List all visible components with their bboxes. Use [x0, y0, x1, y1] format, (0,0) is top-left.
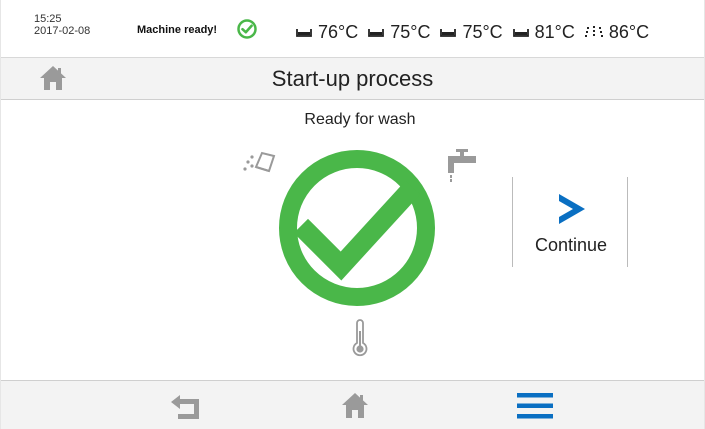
- tank-temp-4: 81°C: [512, 21, 575, 43]
- bottom-nav-bar: [0, 380, 705, 429]
- rinse-spray-icon: [584, 26, 603, 37]
- temperature-readouts: 76°C 75°C 75°C 81°C 86°C: [296, 20, 659, 44]
- tank-temp-2: 75°C: [368, 22, 430, 43]
- back-icon[interactable]: [168, 393, 204, 421]
- tank-temp-value: 75°C: [390, 21, 431, 42]
- menu-icon[interactable]: [516, 391, 554, 421]
- status-bar: 15:25 2017-02-08 Machine ready! 76°C 75°…: [0, 0, 705, 58]
- tank-temp-1: 76°C: [296, 22, 358, 43]
- tank-icon: [512, 29, 529, 37]
- check-circle-icon: [237, 19, 257, 39]
- status-message: Ready for wash: [304, 111, 416, 128]
- title-bar: Start-up process: [0, 58, 705, 100]
- tank-temp-value: 76°C: [318, 21, 359, 42]
- machine-status-text: Machine ready!: [137, 24, 218, 36]
- left-border: [0, 0, 1, 429]
- tank-temp-value: 75°C: [462, 21, 503, 42]
- time: 15:25: [34, 13, 62, 25]
- main-content: Ready for wash Continue: [0, 101, 705, 380]
- tank-temp-3: 75°C: [440, 21, 503, 43]
- home-icon[interactable]: [340, 390, 370, 420]
- tank-temp-value: 81°C: [534, 21, 575, 42]
- tank-icon: [296, 29, 312, 37]
- continue-button[interactable]: Continue: [512, 177, 628, 267]
- tank-icon: [368, 29, 385, 37]
- ready-check-icon: [279, 150, 435, 306]
- tank-icon: [440, 29, 457, 37]
- clock: 15:25 2017-02-08: [34, 13, 90, 37]
- rinse-temp-value: 86°C: [608, 21, 650, 42]
- water-tap-icon: [448, 149, 476, 182]
- detergent-icon: [243, 151, 276, 173]
- page-title: Start-up process: [271, 66, 434, 91]
- chevron-right-icon: [559, 194, 585, 224]
- thermometer-icon: [352, 319, 368, 357]
- rinse-temp: 86°C: [584, 21, 650, 43]
- screen: 15:25 2017-02-08 Machine ready! 76°C 75°…: [0, 0, 705, 429]
- continue-label: Continue: [534, 235, 608, 255]
- date: 2017-02-08: [34, 25, 91, 37]
